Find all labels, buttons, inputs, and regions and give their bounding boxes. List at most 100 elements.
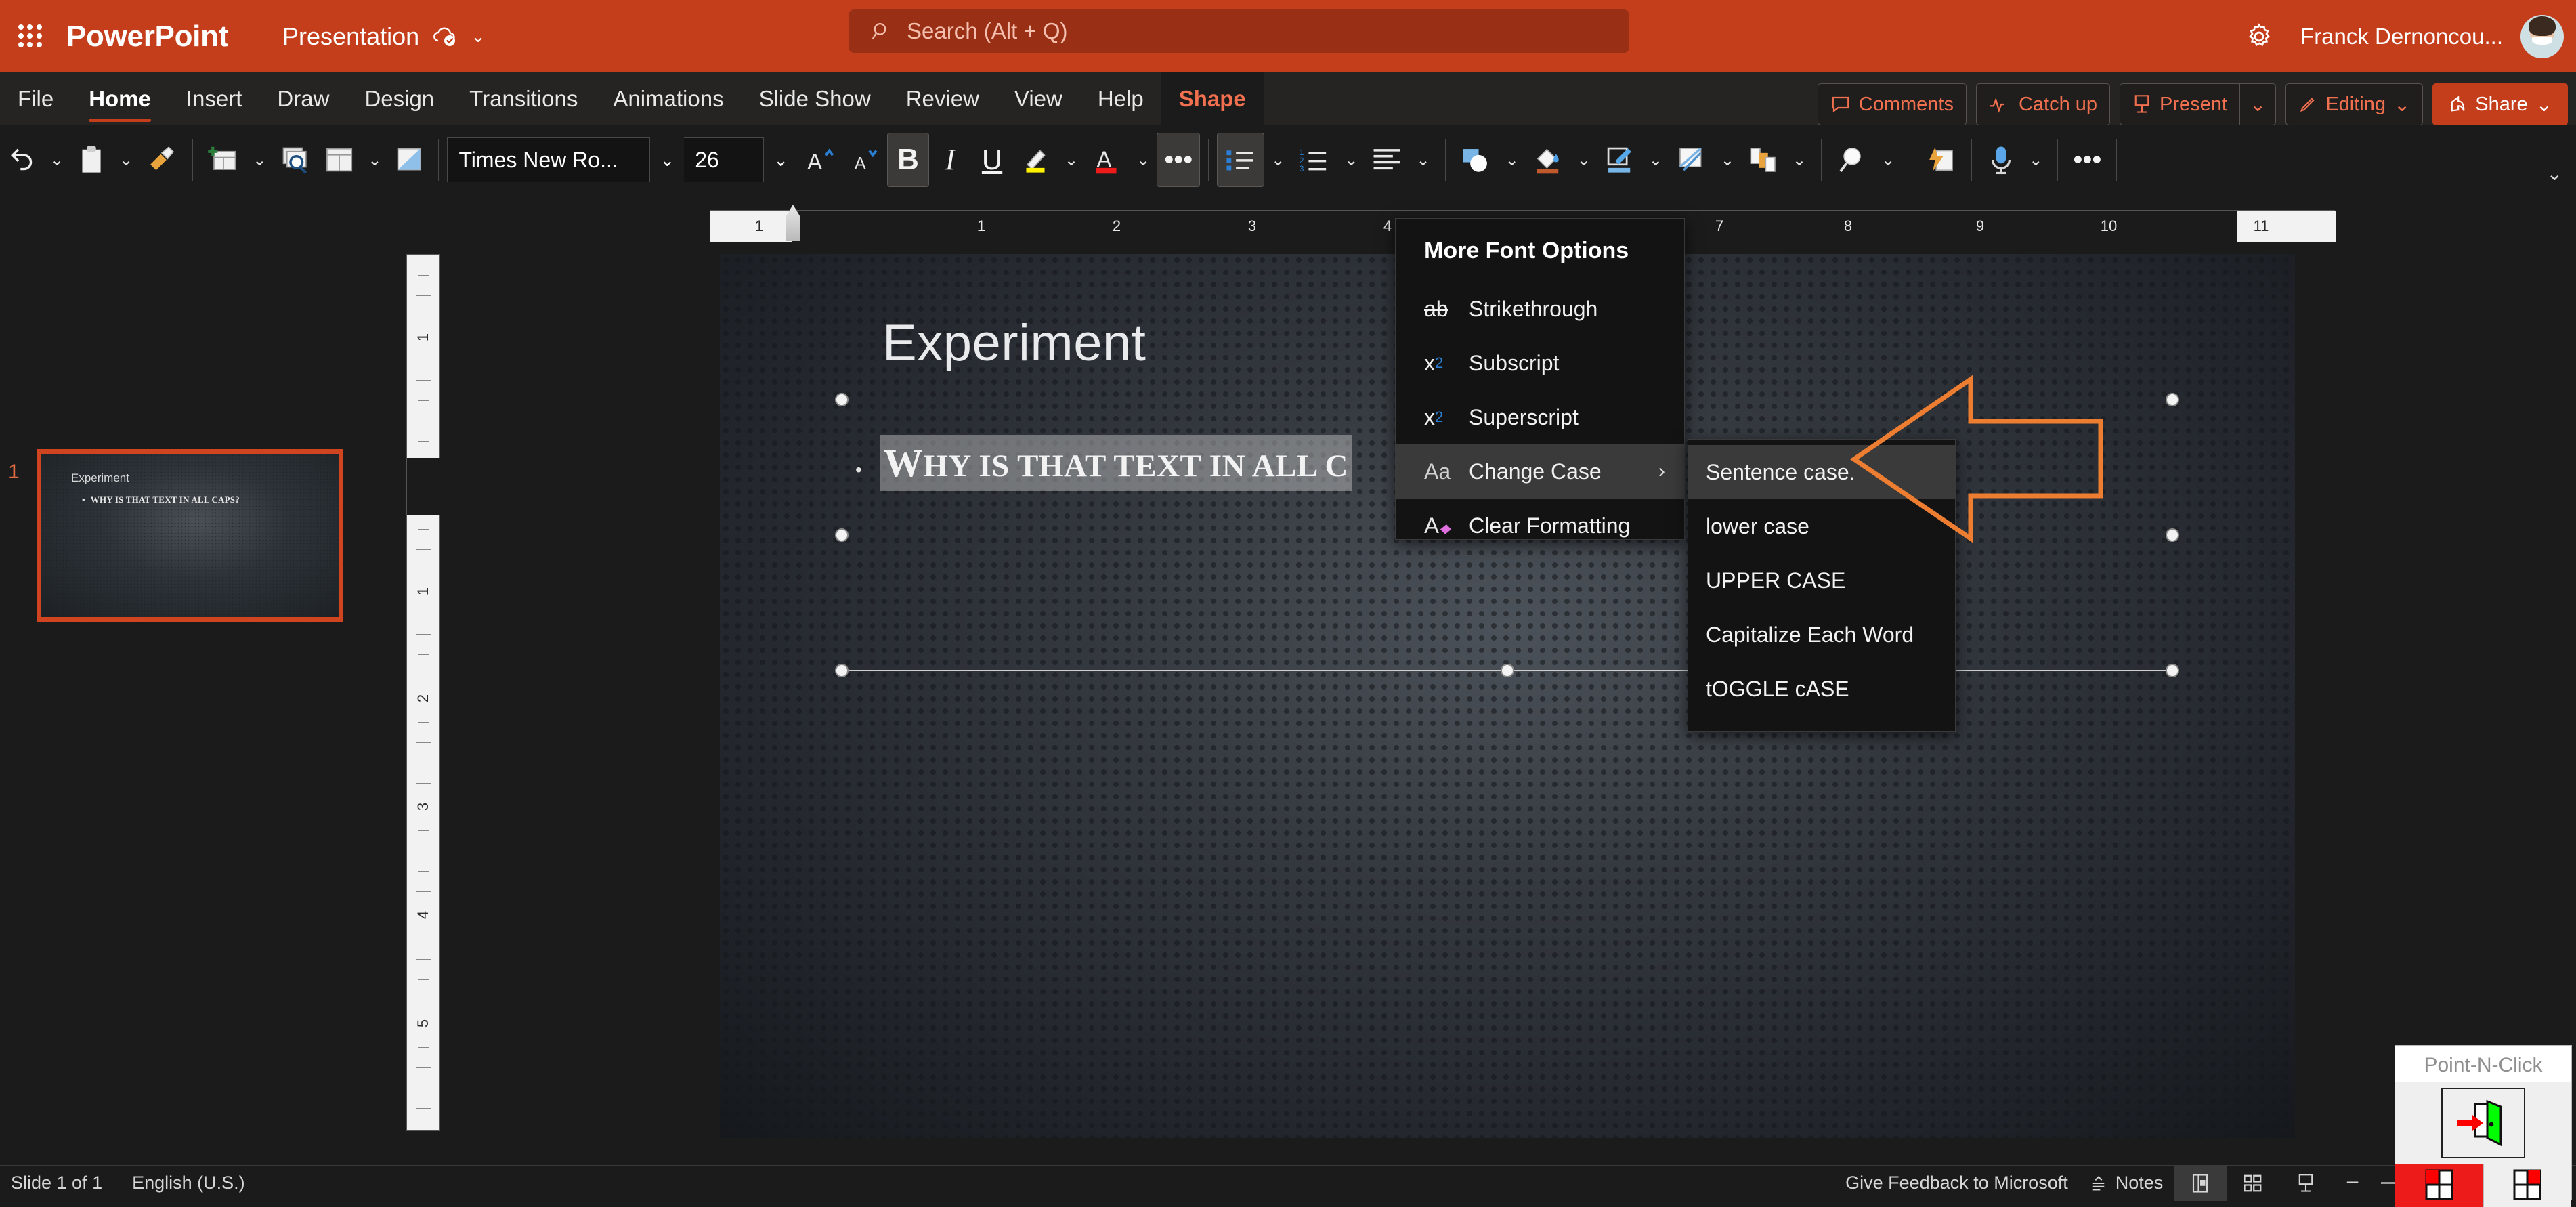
find-button[interactable] [1830, 133, 1874, 187]
comments-button[interactable]: Comments [1818, 83, 1967, 125]
bold-button[interactable]: B [887, 133, 929, 187]
search-box[interactable]: Search (Alt + Q) [849, 9, 1629, 53]
quick-styles-button[interactable] [1669, 133, 1714, 187]
tab-design[interactable]: Design [347, 72, 452, 125]
catch-up-button[interactable]: Catch up [1976, 83, 2110, 125]
submenu-item-lower-case[interactable]: lower case [1688, 499, 1955, 553]
feedback-button[interactable]: Give Feedback to Microsoft [1834, 1172, 2079, 1193]
tab-draw[interactable]: Draw [259, 72, 347, 125]
tab-home[interactable]: Home [71, 72, 169, 125]
format-painter-button[interactable] [139, 133, 184, 187]
user-name[interactable]: Franck Dernoncou... [2300, 24, 2503, 49]
layout-chevron-down-icon[interactable]: ⌄ [361, 150, 388, 170]
shape-outline-chevron-down-icon[interactable]: ⌄ [1642, 150, 1669, 170]
view-sorter-button[interactable] [2227, 1166, 2279, 1201]
align-chevron-down-icon[interactable]: ⌄ [1409, 150, 1436, 170]
bullet-text[interactable]: WHY IS THAT TEXT IN ALL C [880, 435, 1352, 491]
editing-mode-button[interactable]: Editing ⌄ [2285, 83, 2423, 125]
shapes-chevron-down-icon[interactable]: ⌄ [1499, 150, 1526, 170]
submenu-item-sentence-case[interactable]: Sentence case. [1688, 445, 1955, 499]
arrange-chevron-down-icon[interactable]: ⌄ [1786, 150, 1813, 170]
share-button[interactable]: Share ⌄ [2432, 83, 2568, 125]
notes-button[interactable]: Notes [2079, 1172, 2174, 1193]
tab-file[interactable]: File [0, 72, 71, 125]
avatar[interactable] [2520, 15, 2564, 58]
reset-slide-button[interactable] [388, 133, 430, 187]
menu-item-clear-formatting[interactable]: A Clear Formatting [1396, 499, 1684, 553]
shrink-font-button[interactable]: A [842, 133, 887, 187]
slide-count-label[interactable]: Slide 1 of 1 [11, 1172, 102, 1193]
dictate-chevron-down-icon[interactable]: ⌄ [2022, 150, 2049, 170]
toolbar-overflow-button[interactable]: ••• [2066, 133, 2108, 187]
font-size-input[interactable]: 26 [684, 137, 764, 182]
present-dropdown-button[interactable]: ⌄ [2239, 83, 2276, 125]
tab-transitions[interactable]: Transitions [452, 72, 595, 125]
new-slide-button[interactable] [201, 133, 246, 187]
menu-item-change-case[interactable]: Aa Change Case › [1396, 444, 1684, 499]
ribbon-collapse-button[interactable]: ⌄ [2547, 163, 2562, 185]
exit-door-button[interactable] [2441, 1088, 2525, 1158]
settings-button[interactable] [2234, 12, 2284, 62]
layout-button[interactable] [318, 133, 361, 187]
designer-button[interactable] [1918, 133, 1963, 187]
undo-chevron-down-icon[interactable]: ⌄ [43, 150, 70, 170]
menu-item-superscript[interactable]: x2 Superscript [1396, 390, 1684, 444]
resize-handle-tr[interactable] [2166, 393, 2179, 406]
app-launcher-button[interactable] [4, 24, 57, 49]
resize-handle-br[interactable] [2166, 664, 2179, 677]
bullets-button[interactable] [1217, 133, 1264, 187]
shape-fill-button[interactable] [1526, 133, 1570, 187]
tab-view[interactable]: View [997, 72, 1080, 125]
numbering-button[interactable]: 123 [1291, 133, 1337, 187]
arrange-button[interactable] [1741, 133, 1786, 187]
menu-item-subscript[interactable]: x2 Subscript [1396, 336, 1684, 390]
language-label[interactable]: English (U.S.) [132, 1172, 245, 1193]
font-name-chevron-down-icon[interactable]: ⌄ [650, 150, 684, 171]
text-highlight-button[interactable] [1013, 133, 1058, 187]
shape-outline-button[interactable] [1597, 133, 1642, 187]
bullets-chevron-down-icon[interactable]: ⌄ [1264, 150, 1291, 170]
shapes-button[interactable] [1454, 133, 1499, 187]
vertical-ruler[interactable]: 1 1 2 3 4 5 [406, 254, 440, 1131]
tab-slide-show[interactable]: Slide Show [742, 72, 888, 125]
font-name-input[interactable]: Times New Ro... [447, 137, 650, 182]
tab-animations[interactable]: Animations [595, 72, 741, 125]
find-chevron-down-icon[interactable]: ⌄ [1874, 150, 1902, 170]
font-size-chevron-down-icon[interactable]: ⌄ [764, 150, 798, 171]
present-button[interactable]: Present [2120, 83, 2239, 125]
slide-preview-button[interactable] [273, 133, 318, 187]
submenu-item-capitalize-each-word[interactable]: Capitalize Each Word [1688, 608, 1955, 662]
new-slide-chevron-down-icon[interactable]: ⌄ [246, 150, 273, 170]
more-font-options-button[interactable]: ••• [1157, 133, 1200, 187]
font-color-chevron-down-icon[interactable]: ⌄ [1130, 150, 1157, 170]
undo-button[interactable] [0, 133, 43, 187]
underline-button[interactable]: U [971, 133, 1013, 187]
tab-help[interactable]: Help [1080, 72, 1161, 125]
tab-insert[interactable]: Insert [169, 72, 260, 125]
view-reading-button[interactable] [2279, 1166, 2332, 1201]
highlight-chevron-down-icon[interactable]: ⌄ [1058, 150, 1085, 170]
submenu-item-toggle-case[interactable]: tOGGLE cASE [1688, 662, 1955, 716]
slide-title[interactable]: Experiment [882, 314, 1146, 373]
resize-handle-tl[interactable] [835, 393, 849, 406]
numbering-chevron-down-icon[interactable]: ⌄ [1337, 150, 1365, 170]
submenu-item-upper-case[interactable]: UPPER CASE [1688, 553, 1955, 608]
zoom-out-button[interactable]: − [2339, 1170, 2366, 1196]
shape-fill-chevron-down-icon[interactable]: ⌄ [1570, 150, 1597, 170]
resize-handle-mr[interactable] [2166, 528, 2179, 542]
align-button[interactable] [1365, 133, 1409, 187]
quick-styles-chevron-down-icon[interactable]: ⌄ [1714, 150, 1741, 170]
slide-thumbnail-1[interactable]: Experiment • WHY IS THAT TEXT IN ALL CAP… [37, 449, 343, 622]
document-name[interactable]: Presentation [282, 22, 419, 51]
paste-button[interactable] [70, 133, 112, 187]
menu-item-strikethrough[interactable]: ab Strikethrough [1396, 282, 1684, 336]
red-window-button[interactable] [2395, 1164, 2483, 1207]
tab-shape[interactable]: Shape [1161, 72, 1264, 125]
grow-font-button[interactable]: A [798, 133, 842, 187]
resize-handle-ml[interactable] [835, 528, 849, 542]
document-options-chevron-down-icon[interactable]: ⌄ [471, 26, 486, 47]
paste-chevron-down-icon[interactable]: ⌄ [112, 150, 139, 170]
resize-handle-bl[interactable] [835, 664, 849, 677]
point-n-click-widget[interactable]: Point-N-Click [2395, 1045, 2572, 1200]
italic-button[interactable]: I [929, 133, 971, 187]
